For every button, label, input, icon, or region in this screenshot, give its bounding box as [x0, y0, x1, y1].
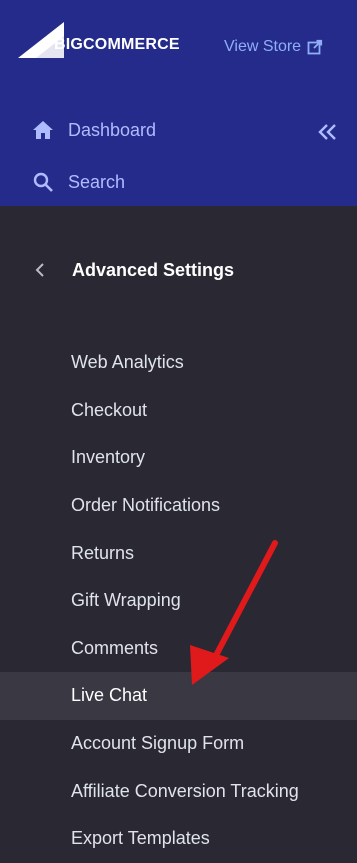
- top-nav-area: BIGCOMMERCE View Store Dashboard Search: [0, 0, 357, 206]
- settings-menu: Web Analytics Checkout Inventory Order N…: [0, 339, 357, 863]
- menu-item-label: Live Chat: [71, 685, 148, 706]
- view-store-link[interactable]: View Store: [224, 35, 344, 59]
- nav-search-label: Search: [68, 171, 126, 192]
- chevron-left-icon[interactable]: [32, 262, 48, 278]
- collapse-sidebar-button[interactable]: [315, 120, 341, 144]
- home-icon: [32, 119, 54, 141]
- wordmark-commerce: COMMERCE: [83, 36, 180, 53]
- menu-item-label: Checkout: [71, 399, 148, 420]
- section-title: Advanced Settings: [72, 259, 235, 280]
- menu-item-comments[interactable]: Comments: [0, 625, 357, 673]
- menu-item-label: Comments: [71, 637, 159, 658]
- nav-dashboard[interactable]: Dashboard: [32, 114, 156, 146]
- menu-item-inventory[interactable]: Inventory: [0, 434, 357, 482]
- menu-item-live-chat[interactable]: Live Chat: [0, 672, 357, 720]
- menu-item-label: Affiliate Conversion Tracking: [71, 780, 299, 801]
- menu-item-label: Inventory: [71, 447, 146, 468]
- menu-item-label: Export Templates: [71, 828, 210, 849]
- menu-item-label: Gift Wrapping: [71, 590, 181, 611]
- search-icon: [32, 171, 54, 193]
- menu-item-affiliate-conversion-tracking[interactable]: Affiliate Conversion Tracking: [0, 767, 357, 815]
- bigcommerce-wordmark: BIGCOMMERCE: [54, 36, 180, 54]
- menu-item-checkout[interactable]: Checkout: [0, 387, 357, 435]
- view-store-label: View Store: [224, 38, 302, 55]
- menu-item-order-notifications[interactable]: Order Notifications: [0, 482, 357, 530]
- menu-item-label: Account Signup Form: [71, 733, 245, 754]
- menu-item-web-analytics[interactable]: Web Analytics: [0, 339, 357, 387]
- menu-item-label: Returns: [71, 542, 135, 563]
- menu-item-export-templates[interactable]: Export Templates: [0, 815, 357, 863]
- external-link-icon: [307, 39, 323, 55]
- nav-dashboard-label: Dashboard: [68, 119, 157, 140]
- menu-item-label: Web Analytics: [71, 352, 184, 373]
- menu-item-gift-wrapping[interactable]: Gift Wrapping: [0, 577, 357, 625]
- menu-item-label: Order Notifications: [71, 495, 221, 516]
- bigcommerce-logo[interactable]: BIGCOMMERCE: [18, 22, 193, 62]
- nav-search[interactable]: Search: [32, 166, 125, 198]
- wordmark-big: BIG: [54, 36, 84, 53]
- advanced-settings-header[interactable]: Advanced Settings: [32, 255, 234, 285]
- app-window: BIGCOMMERCE View Store Dashboard Search …: [0, 0, 357, 857]
- menu-item-account-signup-form[interactable]: Account Signup Form: [0, 720, 357, 768]
- double-chevron-left-icon: [318, 124, 336, 140]
- menu-item-returns[interactable]: Returns: [0, 529, 357, 577]
